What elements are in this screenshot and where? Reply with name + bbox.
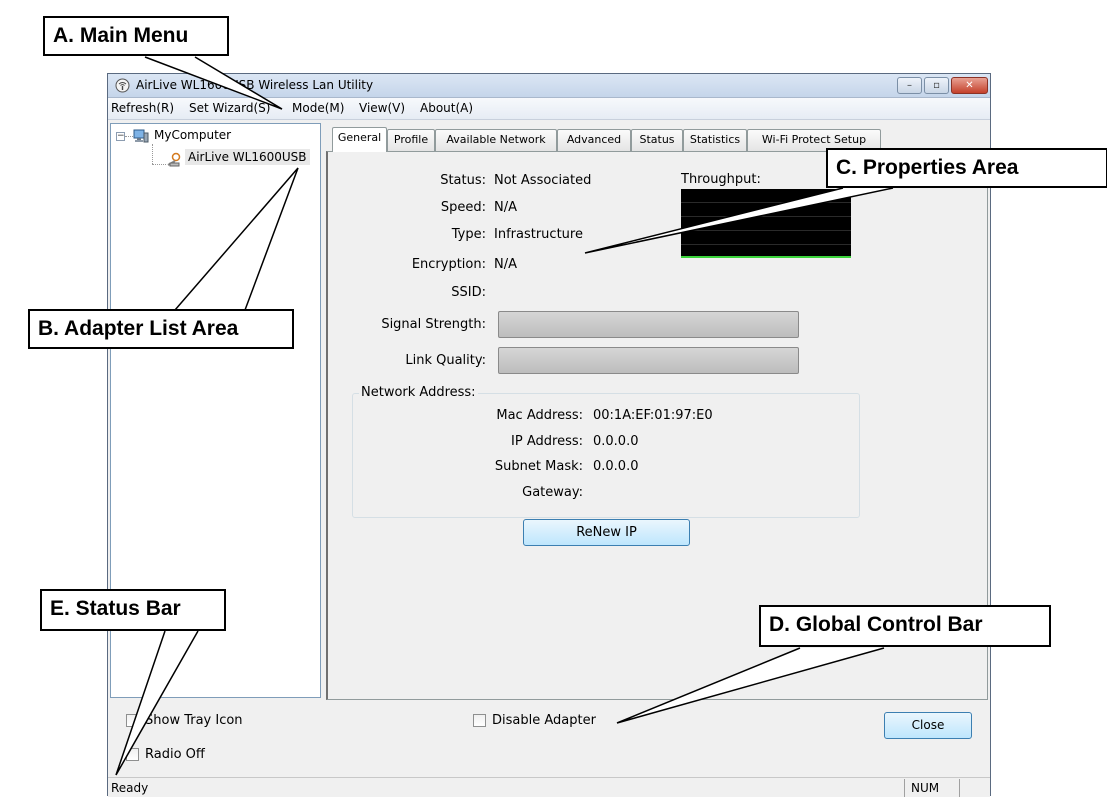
callout-status-bar: E. Status Bar — [40, 589, 226, 631]
disable-adapter-checkbox[interactable] — [473, 714, 486, 727]
ip-address-label: IP Address: — [511, 434, 583, 449]
close-button[interactable]: Close — [884, 712, 972, 739]
encryption-value: N/A — [494, 257, 517, 272]
menu-refresh[interactable]: Refresh(R) — [111, 101, 174, 115]
callout-properties-area: C. Properties Area — [826, 148, 1107, 188]
tab-profile[interactable]: Profile — [387, 129, 435, 151]
minimize-button[interactable]: – — [897, 77, 922, 94]
subnet-mask-value: 0.0.0.0 — [593, 459, 639, 474]
tab-general[interactable]: General — [332, 127, 387, 152]
type-value: Infrastructure — [494, 227, 583, 242]
menu-set-wizard[interactable]: Set Wizard(S) — [189, 101, 270, 115]
network-address-title: Network Address: — [359, 385, 478, 400]
throughput-graph — [681, 189, 851, 258]
encryption-label: Encryption: — [411, 257, 486, 272]
signal-strength-bar — [498, 311, 799, 338]
graph-gridline — [681, 202, 851, 203]
mac-address-label: Mac Address: — [496, 408, 583, 423]
computer-icon — [133, 129, 149, 143]
mac-address-value: 00:1A:EF:01:97:E0 — [593, 408, 713, 423]
title-bar: AirLive WL1600USB Wireless Lan Utility –… — [108, 74, 990, 98]
speed-value: N/A — [494, 200, 517, 215]
tree-connector — [125, 136, 133, 137]
menu-view[interactable]: View(V) — [359, 101, 405, 115]
radio-off-checkbox[interactable] — [126, 748, 139, 761]
window-title: AirLive WL1600USB Wireless Lan Utility — [136, 78, 374, 92]
close-window-button[interactable]: ✕ — [951, 77, 988, 94]
status-text: Ready — [111, 781, 149, 795]
graph-gridline — [681, 244, 851, 245]
tree-adapter-item[interactable]: AirLive WL1600USB — [185, 149, 310, 165]
network-address-group: Network Address: Mac Address: 00:1A:EF:0… — [352, 385, 860, 518]
status-value: Not Associated — [494, 173, 592, 188]
gateway-label: Gateway: — [522, 485, 583, 500]
callout-main-menu: A. Main Menu — [43, 16, 229, 56]
tree-expand-toggle[interactable]: − — [116, 132, 125, 141]
radio-off-label: Radio Off — [145, 747, 205, 762]
callout-global-control-bar: D. Global Control Bar — [759, 605, 1051, 647]
disable-adapter-label: Disable Adapter — [492, 713, 596, 728]
type-label: Type: — [451, 227, 486, 242]
main-menu: Refresh(R) Set Wizard(S) Mode(M) View(V)… — [108, 98, 990, 120]
show-tray-icon-checkbox[interactable] — [126, 714, 139, 727]
ip-address-value: 0.0.0.0 — [593, 434, 639, 449]
tree-connector — [152, 164, 166, 165]
ssid-label: SSID: — [451, 285, 486, 300]
num-lock-indicator: NUM — [904, 779, 960, 797]
graph-gridline — [681, 216, 851, 217]
tree-connector — [152, 144, 153, 164]
show-tray-icon-label: Show Tray Icon — [145, 713, 243, 728]
subnet-mask-label: Subnet Mask: — [494, 459, 583, 474]
status-label: Status: — [440, 173, 486, 188]
renew-ip-button[interactable]: ReNew IP — [523, 519, 690, 546]
signal-strength-label: Signal Strength: — [381, 317, 486, 332]
menu-about[interactable]: About(A) — [420, 101, 473, 115]
tree-root-label[interactable]: MyComputer — [154, 128, 231, 142]
tab-statistics[interactable]: Statistics — [683, 129, 747, 151]
adapter-icon — [167, 152, 181, 167]
status-bar: Ready NUM — [108, 777, 990, 797]
maximize-button[interactable]: ▫ — [924, 77, 949, 94]
tab-available-network[interactable]: Available Network — [435, 129, 557, 151]
graph-gridline — [681, 230, 851, 231]
speed-label: Speed: — [440, 200, 486, 215]
wireless-app-icon — [115, 78, 130, 93]
link-quality-bar — [498, 347, 799, 374]
link-quality-label: Link Quality: — [405, 353, 486, 368]
tab-advanced[interactable]: Advanced — [557, 129, 631, 151]
callout-adapter-list: B. Adapter List Area — [28, 309, 294, 349]
tab-status[interactable]: Status — [631, 129, 683, 151]
throughput-label: Throughput: — [681, 172, 761, 187]
menu-mode[interactable]: Mode(M) — [292, 101, 344, 115]
